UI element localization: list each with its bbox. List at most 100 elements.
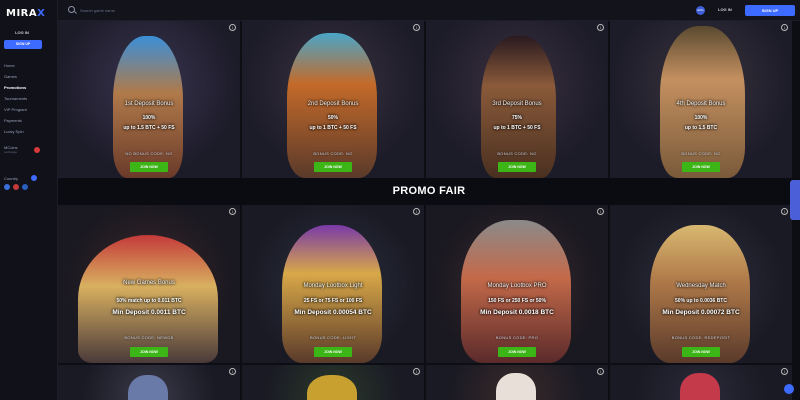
sidebar-item-home[interactable]: Home — [4, 60, 54, 71]
promo-card[interactable]: i New Games Bonus 50% match up to 0.011 … — [58, 205, 240, 363]
flag-icon[interactable] — [13, 184, 19, 190]
sidebar-nav: Home Games Promotions Tournaments VIP Pr… — [4, 60, 54, 137]
character-illustration — [461, 220, 571, 363]
promo-line1: 50% up to 0.0036 BTC — [675, 298, 727, 304]
sidebar: MIRAX LOG IN SIGN UP Home Games Promotio… — [0, 0, 58, 400]
join-now-button[interactable]: JOIN NOW — [682, 347, 720, 357]
info-icon[interactable]: i — [781, 208, 788, 215]
promo-card[interactable]: i — [242, 365, 424, 400]
join-now-button[interactable]: JOIN NOW — [130, 162, 168, 172]
promo-title: 4th Deposit Bonus — [676, 101, 726, 107]
country-label: Country — [4, 176, 19, 181]
bonus-code: BONUS CODE: REDEPOSIT — [671, 335, 731, 340]
character-illustration — [496, 373, 536, 400]
join-now-button[interactable]: JOIN NOW — [130, 347, 168, 357]
signup-button[interactable]: SIGN UP — [745, 5, 795, 16]
bonus-code: BONUS CODE: LIGHT — [310, 335, 356, 340]
info-icon[interactable]: i — [229, 208, 236, 215]
info-icon[interactable]: i — [229, 368, 236, 375]
character-illustration — [650, 225, 750, 363]
promo-title: 2nd Deposit Bonus — [307, 101, 359, 107]
promo-title: 1st Deposit Bonus — [124, 101, 174, 107]
promo-card[interactable]: i 1st Deposit Bonus 100% up to 1.5 BTC +… — [58, 21, 240, 178]
bonus-code: BONUS CODE: NEWGB — [124, 335, 174, 340]
sidebar-signup-button[interactable]: SIGN UP — [4, 40, 42, 49]
sidebar-item-promotions[interactable]: Promotions — [4, 82, 54, 93]
sidebar-item-games[interactable]: Games — [4, 71, 54, 82]
section-title: PROMO FAIR — [58, 178, 800, 205]
promo-title: New Games Bonus — [123, 280, 175, 286]
promo-percent: 50% — [327, 115, 338, 121]
character-illustration — [282, 225, 382, 363]
promo-title: Monday Lootbox PRO — [487, 283, 547, 289]
promo-percent: 75% — [511, 115, 522, 121]
bonus-code: BONUS CODE: NO — [681, 151, 721, 156]
info-icon[interactable]: i — [413, 368, 420, 375]
sidebar-login-link[interactable]: LOG IN — [0, 30, 44, 35]
chat-icon[interactable] — [784, 384, 794, 394]
login-button[interactable]: LOG IN — [718, 7, 732, 12]
promo-title: 3rd Deposit Bonus — [492, 101, 542, 107]
join-now-button[interactable]: JOIN NOW — [498, 162, 536, 172]
info-icon[interactable]: i — [229, 24, 236, 31]
promo-detail: up to 1.5 BTC — [684, 125, 718, 131]
promo-line1: 25 FS or 75 FS or 100 FS — [303, 298, 363, 304]
join-now-button[interactable]: JOIN NOW — [314, 347, 352, 357]
promo-card[interactable]: i Wednesday Match 50% up to 0.0036 BTC M… — [610, 205, 792, 363]
join-now-button[interactable]: JOIN NOW — [682, 162, 720, 172]
character-illustration — [307, 375, 357, 400]
bonus-code: BONUS CODE: NO — [497, 151, 537, 156]
promo-card[interactable]: i — [426, 365, 608, 400]
info-icon[interactable]: i — [597, 208, 604, 215]
promo-detail: up to 1 BTC + 50 FS — [309, 125, 357, 131]
promo-card[interactable]: i 2nd Deposit Bonus 50% up to 1 BTC + 50… — [242, 21, 424, 178]
join-now-button[interactable]: JOIN NOW — [314, 162, 352, 172]
top-bar: ENG LOG IN SIGN UP — [58, 0, 800, 21]
promo-percent: 100% — [142, 115, 156, 121]
promo-line1: 150 FS or 250 FS or 50% — [488, 298, 546, 304]
info-icon[interactable]: i — [413, 208, 420, 215]
promo-card[interactable]: i 4th Deposit Bonus 100% up to 1.5 BTC B… — [610, 21, 792, 178]
country-flags — [4, 184, 28, 190]
bonus-code: BONUS CODE: PRO — [495, 335, 539, 340]
language-selector[interactable]: ENG — [696, 6, 705, 15]
info-icon[interactable]: i — [597, 368, 604, 375]
promo-detail: up to 1.5 BTC + 50 FS — [123, 125, 175, 131]
promo-title: Monday Lootbox Light — [303, 283, 363, 289]
brand-logo[interactable]: MIRAX — [6, 8, 46, 22]
promo-line2: Min Deposit 0.0011 BTC — [112, 309, 186, 316]
promotions-content: i 1st Deposit Bonus 100% up to 1.5 BTC +… — [58, 21, 800, 400]
sidebar-item-vip-program[interactable]: VIP Program — [4, 104, 54, 115]
side-promo-tab[interactable] — [790, 180, 800, 220]
sidebar-item-tournaments[interactable]: Tournaments — [4, 93, 54, 104]
bonus-code: BONUS CODE: NO — [313, 151, 353, 156]
search-icon[interactable] — [68, 6, 75, 13]
promo-card[interactable]: i — [58, 365, 240, 400]
mcoins-sublabel: exchange — [4, 150, 18, 154]
info-icon[interactable]: i — [781, 368, 788, 375]
promo-card[interactable]: i Monday Lootbox PRO 150 FS or 250 FS or… — [426, 205, 608, 363]
character-illustration — [481, 36, 556, 178]
promo-line2: Min Deposit 0.00054 BTC — [294, 309, 372, 316]
flag-icon[interactable] — [22, 184, 28, 190]
character-illustration — [680, 373, 720, 400]
flag-icon[interactable] — [4, 184, 10, 190]
promo-card[interactable]: i 3rd Deposit Bonus 75% up to 1 BTC + 50… — [426, 21, 608, 178]
join-now-button[interactable]: JOIN NOW — [498, 347, 536, 357]
info-icon[interactable]: i — [781, 24, 788, 31]
promo-line2: Min Deposit 0.00072 BTC — [662, 309, 740, 316]
promo-card[interactable]: i Monday Lootbox Light 25 FS or 75 FS or… — [242, 205, 424, 363]
promo-title: Wednesday Match — [676, 283, 726, 289]
info-icon[interactable]: i — [597, 24, 604, 31]
promo-line2: Min Deposit 0.0018 BTC — [480, 309, 554, 316]
sidebar-item-lucky-spin[interactable]: Lucky Spin — [4, 126, 54, 137]
sidebar-item-payments[interactable]: Payments — [4, 115, 54, 126]
character-illustration — [113, 36, 183, 178]
promo-card[interactable]: i — [610, 365, 792, 400]
info-icon[interactable]: i — [413, 24, 420, 31]
character-illustration — [128, 375, 168, 400]
search-input[interactable] — [80, 6, 280, 15]
country-toggle-icon[interactable] — [31, 175, 37, 181]
promo-line1: 50% match up to 0.011 BTC — [116, 298, 182, 304]
promo-percent: 100% — [694, 115, 708, 121]
